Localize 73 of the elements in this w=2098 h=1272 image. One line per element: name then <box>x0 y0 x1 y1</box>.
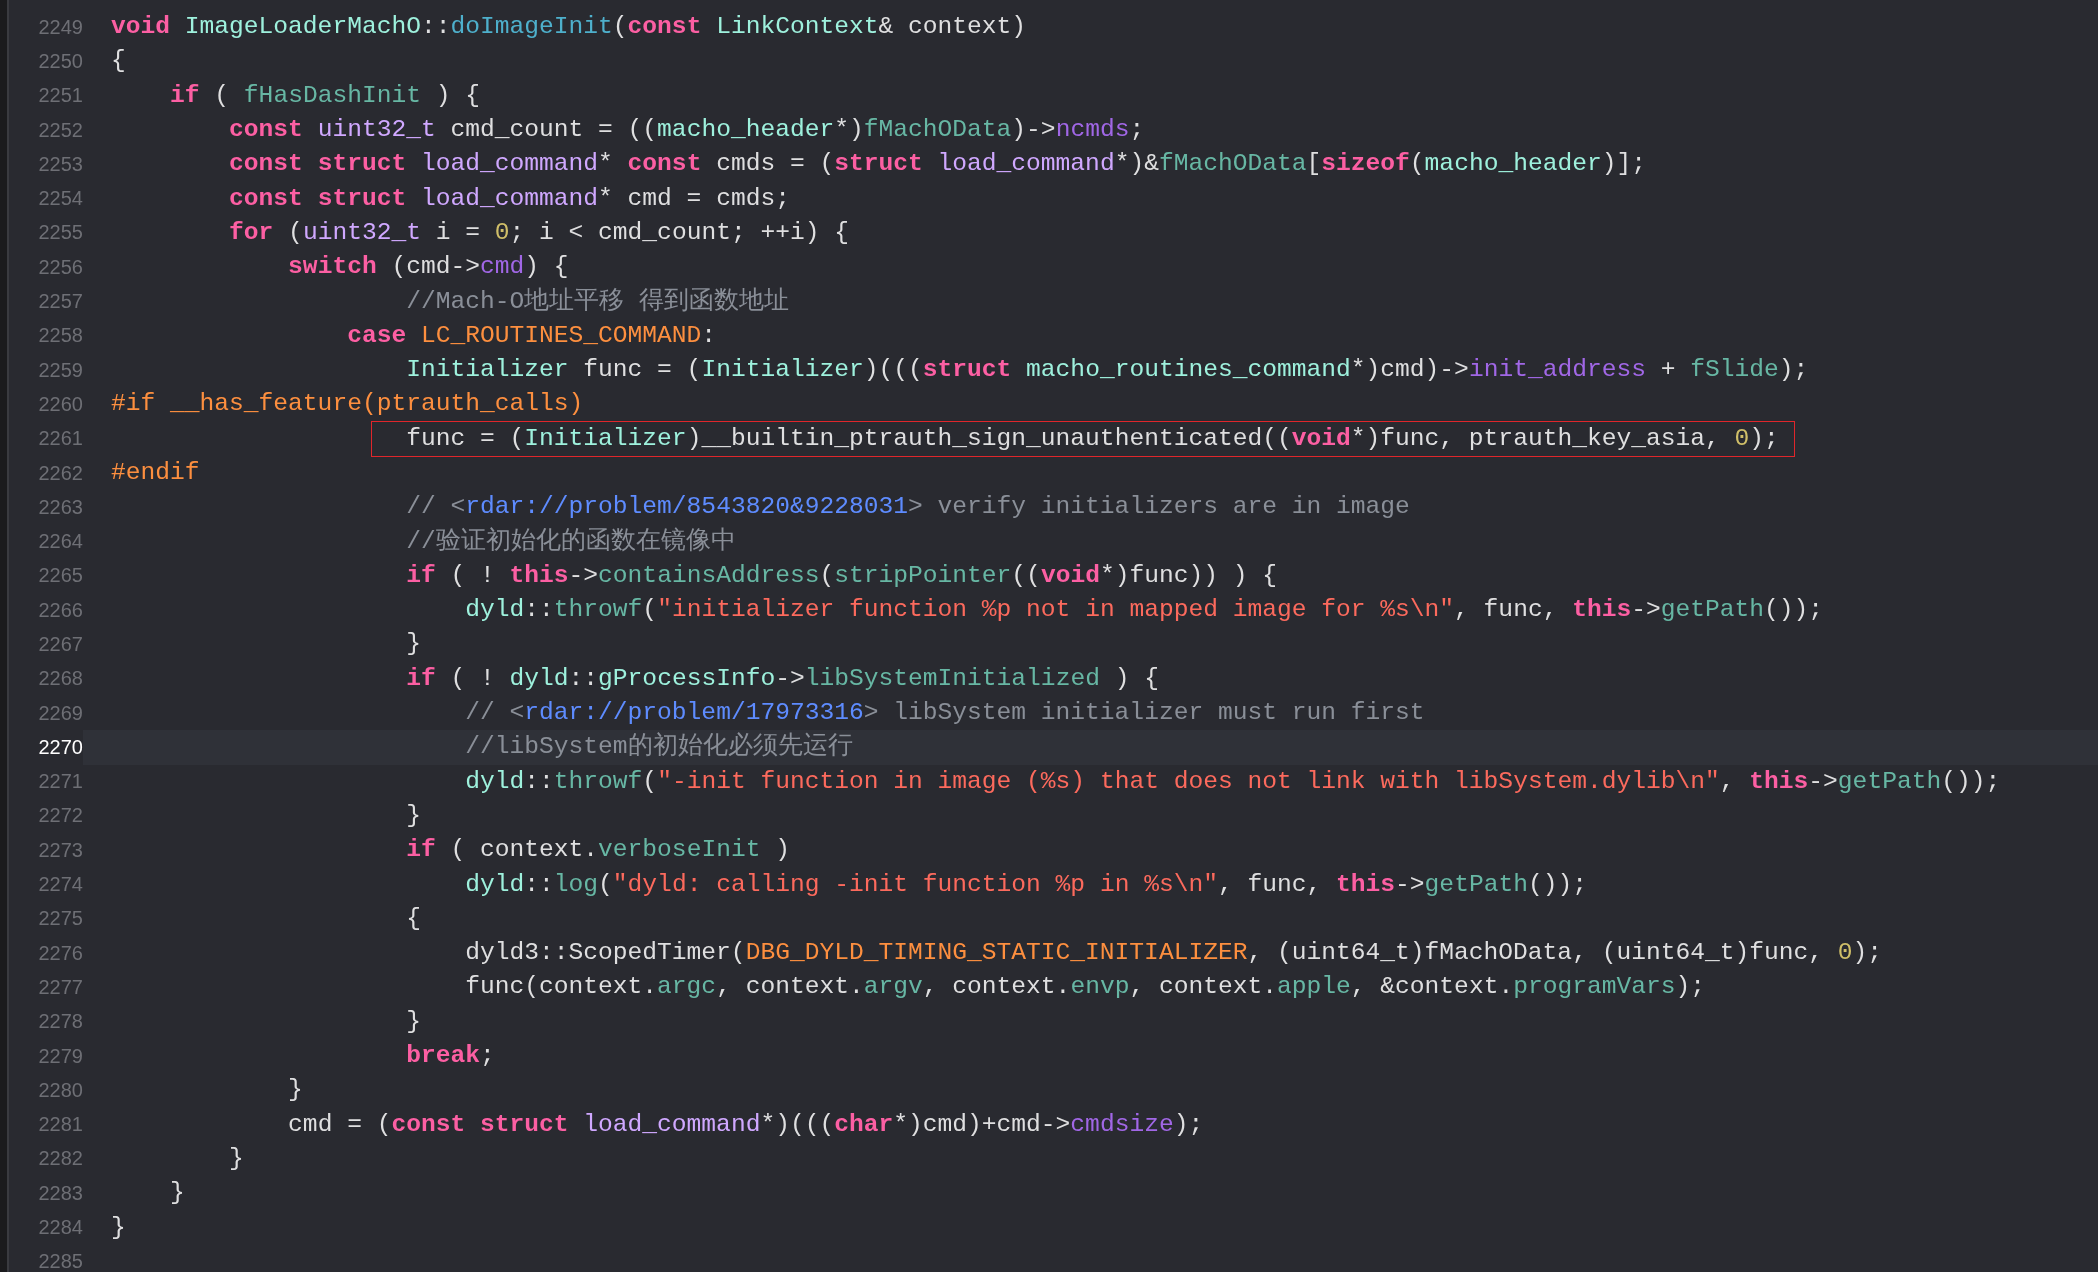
line-number: 2279 <box>37 1044 83 1068</box>
code-line: } <box>406 1006 421 1037</box>
code-line: Initializer func = (Initializer)(((struct macho_routines_command*)cmd)->init_address + fSlide); <box>406 355 1809 386</box>
code-line: if ( ! dyld::gProcessInfo->libSystemInitialized ) { <box>406 663 1159 694</box>
line-number: 2250 <box>37 49 83 73</box>
code-line: { <box>406 903 421 934</box>
line-number: 2255 <box>37 221 83 245</box>
line-number: 2274 <box>37 873 83 897</box>
line-number: 2266 <box>37 598 83 622</box>
line-number: 2253 <box>37 152 83 176</box>
line-number: 2256 <box>37 255 83 279</box>
code-line: func(context.argc, context.argv, context.envp, context.apple, &context.programVars); <box>465 972 1706 1003</box>
line-number: 2263 <box>37 495 83 519</box>
code-line: dyld::throwf("-init function in image (%s) that does not link with libSystem.dylib\n", this->getPath()); <box>465 766 2001 797</box>
line-number: 2260 <box>37 392 83 416</box>
code-line: if ( fHasDashInit ) { <box>170 80 480 111</box>
code-line: const struct load_command* cmd = cmds; <box>229 183 790 214</box>
code-line: #endif <box>111 458 200 488</box>
line-number: 2281 <box>37 1113 83 1137</box>
code-line: dyld3::ScopedTimer(DBG_DYLD_TIMING_STATIC_INITIALIZER, (uint64_t)fMachOData, (uint64_t)func, 0); <box>465 938 1883 969</box>
code-line: //Mach-O地址平移 得到函数地址 <box>406 286 789 317</box>
line-number: 2276 <box>37 941 83 965</box>
code-line: if ( ! this->containsAddress(stripPointer((void*)func)) ) { <box>406 560 1278 591</box>
line-number: 2285 <box>37 1250 83 1272</box>
line-number: 2265 <box>37 564 83 588</box>
line-number: 2284 <box>37 1216 83 1240</box>
line-number: 2268 <box>37 667 83 691</box>
line-number: 2270 <box>37 735 83 759</box>
line-number: 2269 <box>37 701 83 725</box>
code-line: //验证初始化的函数在镜像中 <box>406 526 736 557</box>
line-number: 2277 <box>37 975 83 999</box>
code-line: if ( context.verboseInit ) <box>406 835 790 866</box>
code-line: } <box>406 629 421 660</box>
line-number: 2252 <box>37 118 83 142</box>
code-line: case LC_ROUTINES_COMMAND: <box>347 320 717 351</box>
code-line: { <box>111 46 126 77</box>
line-number: 2262 <box>37 461 83 485</box>
code-line: // <rdar://problem/17973316> libSystem initializer must run first <box>465 698 1425 729</box>
code-line: } <box>111 1212 126 1243</box>
line-number: 2259 <box>37 358 83 382</box>
line-number: 2254 <box>37 187 83 211</box>
line-number: 2272 <box>37 804 83 828</box>
code-line: //libSystem的初始化必须先运行 <box>465 732 853 763</box>
code-line: break; <box>406 1041 495 1072</box>
code-line: #if __has_feature(ptrauth_calls) <box>111 389 584 420</box>
code-line: cmd = (const struct load_command*)(((char*)cmd)+cmd->cmdsize); <box>288 1109 1204 1140</box>
line-number: 2267 <box>37 633 83 656</box>
line-number: 2258 <box>37 324 83 348</box>
code-line: // <rdar://problem/8543820&9228031> verify initializers are in image <box>406 492 1410 523</box>
code-line: dyld::log("dyld: calling -init function %p in %s\n", func, this->getPath()); <box>465 869 1587 900</box>
line-number: 2264 <box>37 530 83 554</box>
code-line: func = (Initializer)__builtin_ptrauth_sign_unauthenticated((void*)func, ptrauth_key_asia, 0); <box>406 423 1779 454</box>
code-line: } <box>170 1178 185 1209</box>
code-line: } <box>229 1143 244 1174</box>
code-line: switch (cmd->cmd) { <box>288 252 569 283</box>
line-number: 2273 <box>37 838 83 862</box>
line-number: 2261 <box>37 427 83 451</box>
code-line: } <box>288 1075 303 1106</box>
line-number: 2282 <box>37 1147 83 1171</box>
line-number: 2249 <box>37 15 83 39</box>
line-number: 2283 <box>37 1181 83 1205</box>
line-number: 2280 <box>37 1078 83 1102</box>
code-line: const uint32_t cmd_count = ((macho_header*)fMachOData)->ncmds; <box>229 115 1145 146</box>
line-number: 2251 <box>37 84 83 108</box>
code-line: dyld::throwf("initializer function %p not in mapped image for %s\n", func, this->getPath()); <box>465 595 1824 626</box>
code-line: for (uint32_t i = 0; i < cmd_count; ++i) { <box>229 217 849 248</box>
line-number: 2278 <box>37 1010 83 1034</box>
code-line: void ImageLoaderMachO::doImageInit(const LinkContext& context) <box>111 12 1027 43</box>
line-number: 2271 <box>37 770 83 794</box>
code-line: } <box>406 800 421 831</box>
code-line: const struct load_command* const cmds = (struct load_command*)&fMachOData[sizeof(macho_header)]; <box>229 149 1646 180</box>
line-number: 2275 <box>37 907 83 931</box>
line-number: 2257 <box>37 290 83 313</box>
